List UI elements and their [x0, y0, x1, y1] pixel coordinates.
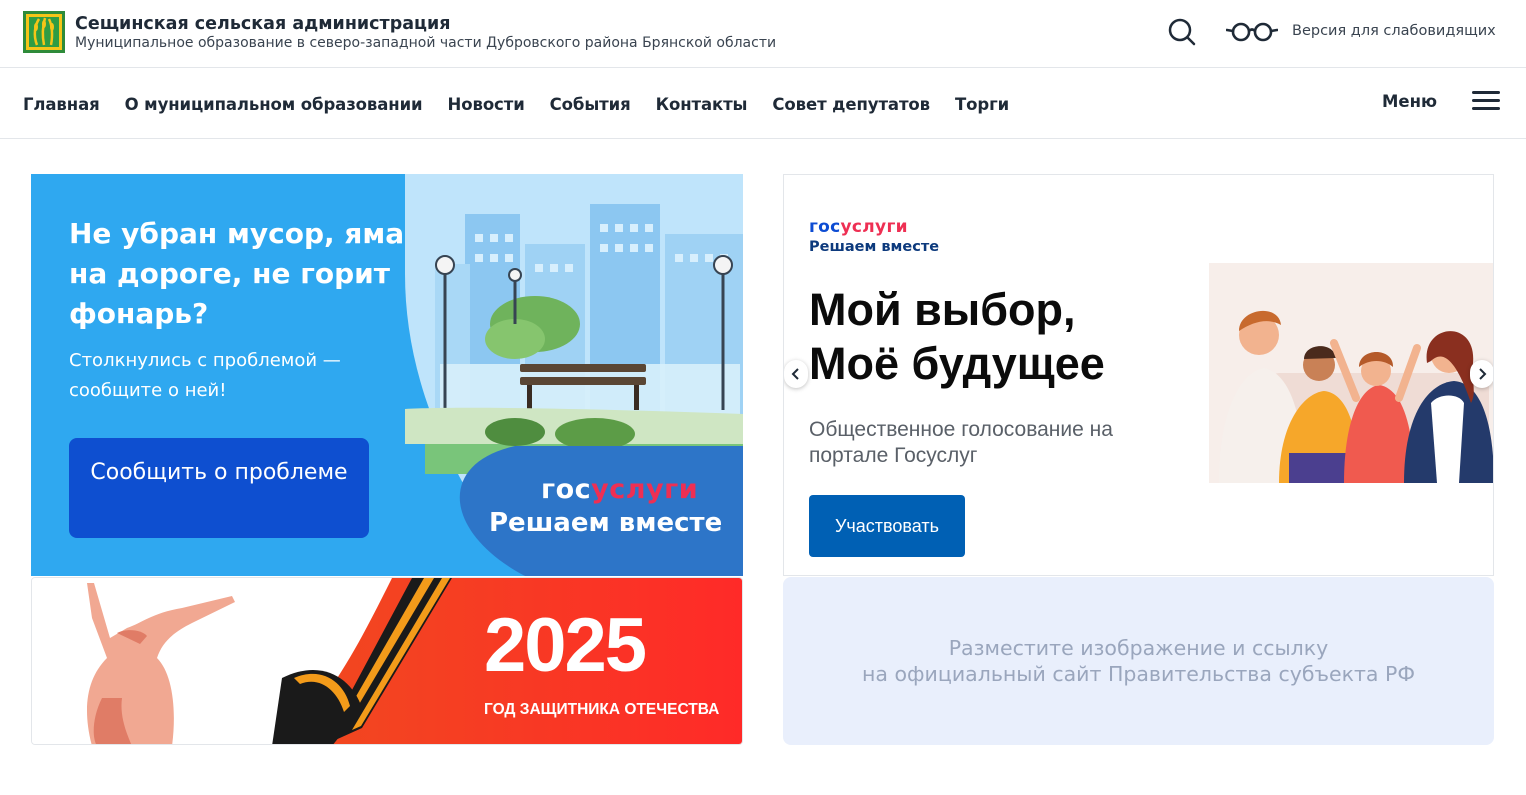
coat-of-arms-logo[interactable]	[23, 11, 65, 53]
vote-description: Общественное голосование на портале Госу…	[809, 418, 1113, 467]
banner-problem-title: Не убран мусор, яма на дороге, не горит …	[69, 217, 405, 330]
main-navigation: Главная О муниципальном образовании Ново…	[0, 69, 1526, 139]
carousel-prev-button[interactable]	[784, 360, 808, 388]
chevron-left-icon	[791, 368, 799, 380]
gosuslugi-logo-small-part1: гос	[809, 217, 841, 237]
gosuslugi-logo-part2: услуги	[591, 474, 699, 505]
year-2025-text: 2025	[484, 603, 647, 688]
gosuslugi-slogan: Решаем вместе	[489, 508, 723, 538]
defender-year-caption: ГОД ЗАЩИТНИКА ОТЕЧЕСТВА	[484, 701, 720, 718]
gosuslugi-logo-small: госуслуги	[809, 217, 908, 237]
government-link-placeholder[interactable]: Разместите изображение и ссылку на офици…	[783, 577, 1494, 745]
vote-title-line1: Мой выбор,	[809, 284, 1076, 335]
chevron-right-icon	[1479, 368, 1487, 380]
nav-item-events[interactable]: События	[550, 95, 631, 114]
glasses-icon[interactable]	[1226, 21, 1278, 43]
nav-item-home[interactable]: Главная	[23, 95, 100, 114]
family-illustration	[1209, 263, 1493, 483]
gosuslugi-logo: госуслуги	[541, 474, 698, 505]
search-icon[interactable]	[1166, 17, 1196, 47]
hamburger-icon[interactable]	[1472, 91, 1500, 111]
gosuslugi-logo-small-part2: услуги	[840, 217, 908, 237]
nav-item-contacts[interactable]: Контакты	[656, 95, 748, 114]
accessibility-version-link[interactable]: Версия для слабовидящих	[1292, 23, 1496, 39]
report-problem-button[interactable]: Сообщить о проблеме	[69, 438, 369, 538]
vote-title-line2: Моё будущее	[809, 338, 1105, 389]
participate-button[interactable]: Участвовать	[809, 495, 965, 557]
placeholder-line1: Разместите изображение и ссылку	[948, 636, 1329, 660]
defender-year-banner[interactable]: 2025 ГОД ЗАЩИТНИКА ОТЕЧЕСТВА	[31, 577, 743, 745]
public-vote-banner: госуслуги Решаем вместе Мой выбор, Моё б…	[783, 174, 1494, 576]
nav-list: Главная О муниципальном образовании Ново…	[23, 95, 1009, 114]
site-subtitle: Муниципальное образование в северо-запад…	[75, 35, 777, 51]
nav-item-auctions[interactable]: Торги	[955, 95, 1009, 114]
banner-problem-subtitle: Столкнулись с проблемой — сообщите о ней…	[69, 350, 341, 401]
placeholder-line2: на официальный сайт Правительства субъек…	[862, 662, 1415, 686]
vote-title: Мой выбор, Моё будущее	[809, 283, 1105, 391]
nav-item-news[interactable]: Новости	[448, 95, 525, 114]
menu-button[interactable]: Меню	[1382, 92, 1437, 111]
site-header: Сещинская сельская администрация Муницип…	[0, 0, 1526, 68]
gosuslugi-logo-part1: гос	[541, 474, 592, 505]
site-title[interactable]: Сещинская сельская администрация	[75, 14, 451, 34]
gosuslugi-logo-subtitle: Решаем вместе	[809, 239, 940, 255]
nav-item-about[interactable]: О муниципальном образовании	[125, 95, 423, 114]
nav-item-council[interactable]: Совет депутатов	[772, 95, 930, 114]
report-problem-banner[interactable]: Не убран мусор, яма на дороге, не горит …	[31, 174, 743, 576]
carousel-next-button[interactable]	[1470, 360, 1493, 388]
placeholder-text: Разместите изображение и ссылку на офици…	[783, 635, 1494, 687]
